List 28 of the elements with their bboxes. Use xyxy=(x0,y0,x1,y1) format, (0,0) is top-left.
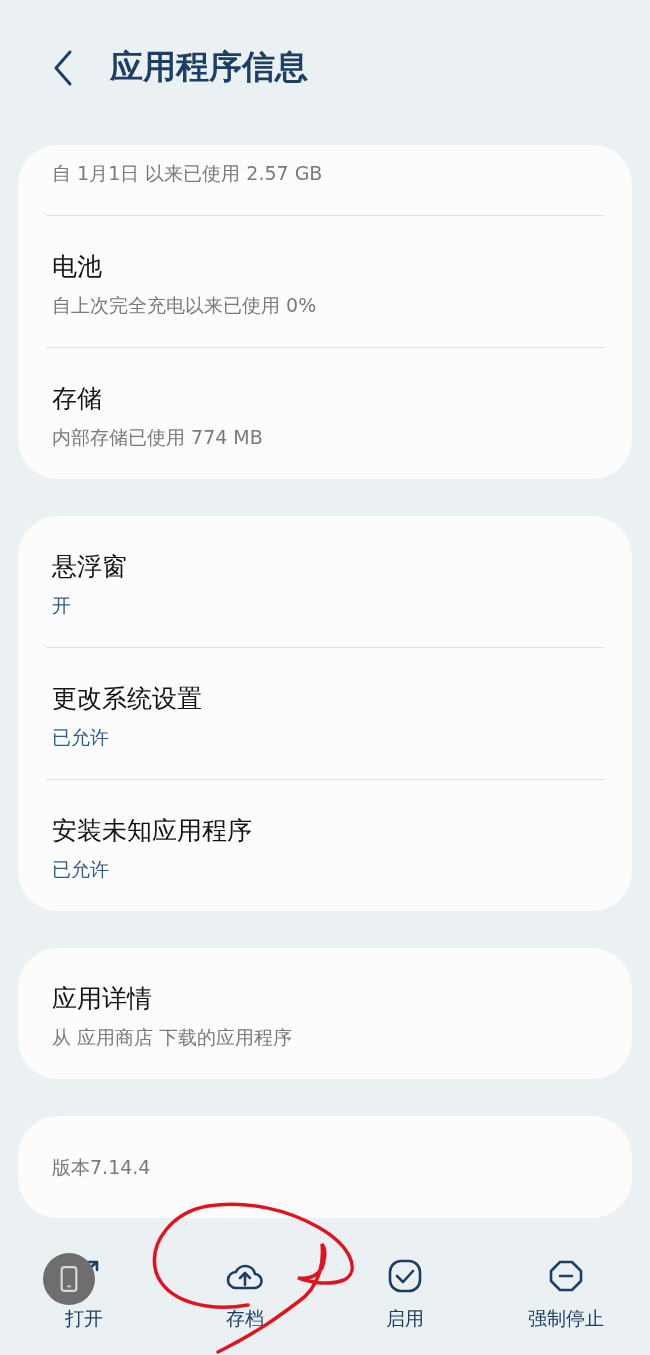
item-status: 已允许 xyxy=(52,725,110,750)
settings-item[interactable]: 应用详情 从 应用商店 下载的应用程序 xyxy=(46,948,604,1079)
phone-icon xyxy=(58,1265,80,1293)
page-title: 应用程序信息 xyxy=(110,46,308,88)
settings-item[interactable]: 安装未知应用程序 已允许 xyxy=(46,779,604,911)
assistant-menu[interactable] xyxy=(43,1253,95,1305)
settings-item[interactable]: 悬浮窗 开 xyxy=(46,516,604,647)
action-button[interactable]: 启用 xyxy=(386,1252,425,1338)
item-title: 电池 xyxy=(52,251,103,283)
settings-item[interactable]: 存储 内部存储已使用 774 MB xyxy=(46,347,604,479)
item-subtitle: 版本7.14.4 xyxy=(52,1155,152,1180)
settings-item[interactable]: 更改系统设置 已允许 xyxy=(46,647,604,779)
item-status: 开 xyxy=(52,593,72,618)
item-title: 更改系统设置 xyxy=(52,683,203,715)
item-title: 悬浮窗 xyxy=(52,551,128,583)
item-title: 安装未知应用程序 xyxy=(52,815,253,847)
settings-item[interactable]: 电池 自上次完全充电以来已使用 0% xyxy=(46,215,604,347)
settings-item[interactable]: 自 1月1日 以来已使用 2.57 GB xyxy=(46,145,604,215)
item-subtitle: 从 应用商店 下载的应用程序 xyxy=(52,1025,294,1050)
settings-item[interactable]: 版本7.14.4 xyxy=(46,1116,604,1218)
action-button[interactable]: 强制停止 xyxy=(527,1252,604,1338)
action-button[interactable]: 存档 xyxy=(225,1252,264,1338)
item-subtitle: 自 1月1日 以来已使用 2.57 GB xyxy=(52,161,324,186)
item-subtitle: 自上次完全充电以来已使用 0% xyxy=(52,293,318,318)
item-status: 已允许 xyxy=(52,857,110,882)
item-title: 应用详情 xyxy=(52,983,153,1015)
item-subtitle: 内部存储已使用 774 MB xyxy=(52,425,264,450)
item-title: 存储 xyxy=(52,383,103,415)
